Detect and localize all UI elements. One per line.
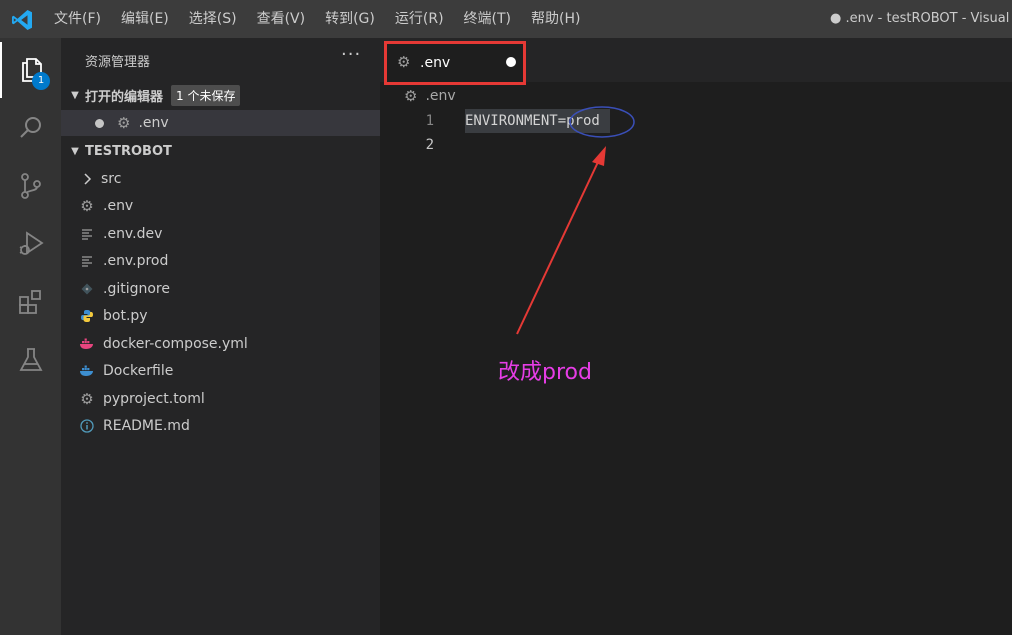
tree-item-gitignore[interactable]: .gitignore bbox=[61, 275, 398, 302]
code-editor[interactable]: 1 ENVIRONMENT=prod 2 bbox=[380, 108, 1012, 635]
tree-item-label: Dockerfile bbox=[103, 362, 174, 379]
open-editors-section-header[interactable]: ▼ 打开的编辑器 1 个未保存 bbox=[61, 82, 380, 108]
tree-item-dockerfile[interactable]: Dockerfile bbox=[61, 357, 398, 384]
python-icon bbox=[79, 308, 95, 324]
tree-item-env[interactable]: ⚙ .env bbox=[61, 192, 398, 219]
tree-item-env-dev[interactable]: .env.dev bbox=[61, 220, 398, 247]
menu-view[interactable]: 查看(V) bbox=[247, 0, 316, 38]
tree-item-label: .gitignore bbox=[103, 280, 170, 297]
menu-bar: 文件(F) 编辑(E) 选择(S) 查看(V) 转到(G) 运行(R) 终端(T… bbox=[44, 0, 590, 38]
line-number: 1 bbox=[425, 113, 434, 129]
gear-icon: ⚙ bbox=[397, 53, 411, 71]
gear-icon: ⚙ bbox=[80, 196, 94, 215]
more-actions-icon[interactable]: ··· bbox=[341, 44, 361, 65]
code-text[interactable]: ENVIRONMENT=prod bbox=[465, 109, 610, 133]
line-number: 2 bbox=[425, 137, 434, 153]
tree-item-label: .env bbox=[103, 197, 134, 214]
tree-item-pyproject[interactable]: ⚙ pyproject.toml bbox=[61, 385, 398, 412]
activity-explorer[interactable]: 1 bbox=[0, 42, 61, 98]
window-title: ● .env - testROBOT - Visual S bbox=[830, 11, 1012, 26]
tree-item-label: src bbox=[101, 170, 122, 187]
menu-help[interactable]: 帮助(H) bbox=[521, 0, 590, 38]
open-editors-label: 打开的编辑器 bbox=[85, 89, 164, 105]
lines-icon bbox=[79, 253, 95, 269]
tree-item-label: bot.py bbox=[103, 307, 148, 324]
activity-extensions[interactable] bbox=[0, 274, 61, 330]
lines-icon bbox=[79, 226, 95, 242]
menu-file[interactable]: 文件(F) bbox=[44, 0, 111, 38]
activity-run-debug[interactable] bbox=[0, 216, 61, 272]
testing-icon bbox=[18, 348, 43, 371]
git-icon bbox=[79, 281, 95, 297]
gear-icon: ⚙ bbox=[117, 114, 131, 132]
unsaved-count-badge: 1 个未保存 bbox=[171, 84, 241, 106]
tab-env[interactable]: ⚙ .env bbox=[384, 41, 526, 85]
breadcrumb-file[interactable]: .env bbox=[425, 88, 455, 104]
menu-selection[interactable]: 选择(S) bbox=[179, 0, 247, 38]
docker-icon bbox=[79, 336, 95, 352]
activity-search[interactable] bbox=[0, 100, 61, 156]
source-control-icon bbox=[20, 173, 41, 199]
tree-item-readme[interactable]: README.md bbox=[61, 412, 398, 439]
menu-terminal[interactable]: 终端(T) bbox=[454, 0, 521, 38]
gear-icon: ⚙ bbox=[404, 87, 418, 105]
unsaved-dot-icon bbox=[95, 118, 104, 128]
run-debug-icon bbox=[19, 231, 44, 255]
tree-item-env-prod[interactable]: .env.prod bbox=[61, 247, 398, 274]
tree-item-bot-py[interactable]: bot.py bbox=[61, 302, 398, 329]
tree-item-label: .env.prod bbox=[103, 252, 169, 269]
sidebar-header: 资源管理器 ··· bbox=[61, 38, 380, 80]
annotation-note: 改成prod bbox=[498, 360, 592, 385]
menu-edit[interactable]: 编辑(E) bbox=[111, 0, 179, 38]
menu-go[interactable]: 转到(G) bbox=[315, 0, 385, 38]
activity-source-control[interactable] bbox=[0, 158, 61, 214]
tree-item-label: pyproject.toml bbox=[103, 390, 205, 407]
gear-icon: ⚙ bbox=[80, 389, 94, 408]
explorer-sidebar: 资源管理器 ··· ▼ 打开的编辑器 1 个未保存 ⚙ .env ▼ TESTR… bbox=[61, 38, 380, 635]
extensions-icon bbox=[18, 290, 41, 314]
editor-tab-bar: ⚙ .env bbox=[380, 38, 1012, 85]
tree-item-label: .env.dev bbox=[103, 225, 163, 242]
tab-label: .env bbox=[420, 55, 451, 71]
project-section-header[interactable]: ▼ TESTROBOT bbox=[61, 138, 380, 164]
tree-item-label: README.md bbox=[103, 417, 190, 434]
chevron-down-icon: ▼ bbox=[71, 145, 79, 157]
open-editor-filename: .env bbox=[138, 115, 169, 131]
activity-bar: 1 bbox=[0, 38, 61, 635]
unsaved-dot-icon[interactable] bbox=[506, 57, 516, 67]
title-bar: 文件(F) 编辑(E) 选择(S) 查看(V) 转到(G) 运行(R) 终端(T… bbox=[0, 0, 1012, 38]
explorer-badge: 1 bbox=[32, 72, 50, 90]
activity-testing[interactable] bbox=[0, 332, 61, 388]
search-icon bbox=[19, 117, 41, 138]
tree-item-docker-compose[interactable]: docker-compose.yml bbox=[61, 330, 398, 357]
vscode-logo-icon bbox=[12, 10, 32, 30]
chevron-down-icon: ▼ bbox=[71, 89, 79, 101]
menu-run[interactable]: 运行(R) bbox=[385, 0, 454, 38]
project-label: TESTROBOT bbox=[85, 143, 172, 159]
docker-icon bbox=[79, 363, 95, 379]
code-line: 2 bbox=[380, 133, 1012, 157]
breadcrumb: ⚙ .env bbox=[404, 86, 456, 106]
chevron-right-icon bbox=[79, 171, 95, 187]
open-editor-item[interactable]: ⚙ .env bbox=[61, 110, 380, 136]
sidebar-title: 资源管理器 bbox=[85, 55, 151, 70]
code-line: 1 ENVIRONMENT=prod bbox=[380, 109, 1012, 133]
tree-item-src[interactable]: src bbox=[61, 165, 398, 192]
info-icon bbox=[79, 418, 95, 434]
tree-item-label: docker-compose.yml bbox=[103, 335, 248, 352]
